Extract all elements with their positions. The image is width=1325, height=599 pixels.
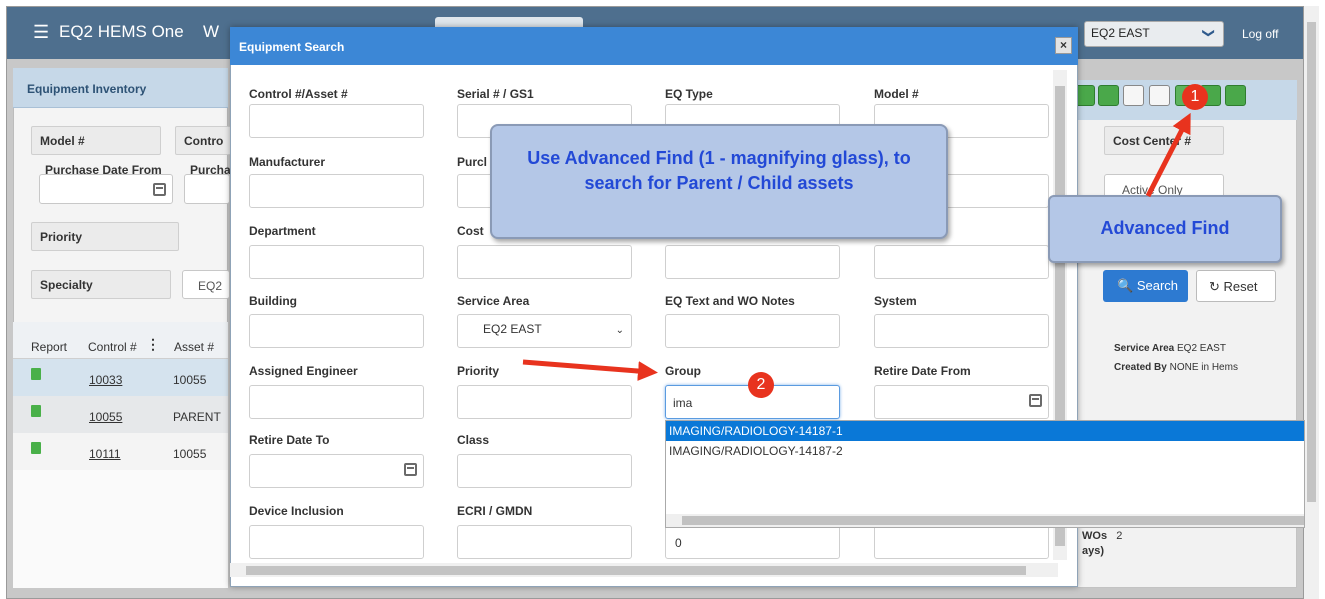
arrow-to-advanced-find [1145,112,1191,198]
arrow-to-group [522,359,658,382]
step-badge-2: 2 [748,372,774,398]
annotation-arrows [522,112,1191,382]
step-badge-1: 1 [1182,84,1208,110]
